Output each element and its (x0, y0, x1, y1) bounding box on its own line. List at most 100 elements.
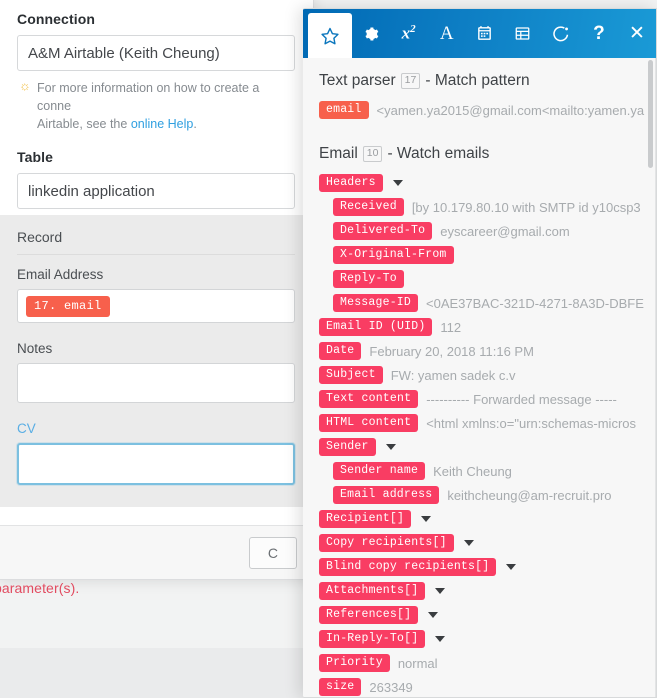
mapping-row[interactable]: References[] (303, 606, 656, 624)
date-functions-icon[interactable] (466, 9, 504, 58)
text-functions-icon[interactable]: A (428, 9, 466, 58)
mapping-row[interactable]: Attachments[] (303, 582, 656, 600)
mapping-tag[interactable]: Email address (333, 486, 440, 504)
dialog-footer: C (0, 525, 313, 579)
mapping-tag[interactable]: Recipient[] (319, 510, 412, 528)
mapping-row[interactable]: email <yamen.ya2015@gmail.com<mailto:yame… (303, 101, 656, 119)
mapping-tag[interactable]: Reply-To (333, 270, 404, 288)
mapping-row[interactable]: Sender (303, 438, 656, 456)
chevron-down-icon[interactable] (435, 636, 446, 642)
mapping-row[interactable]: Reply-To (303, 270, 656, 288)
mapping-row[interactable]: Received [by 10.179.80.10 with SMTP id y1… (303, 198, 656, 216)
chevron-down-icon[interactable] (435, 588, 446, 594)
mapping-tag[interactable]: Sender name (333, 462, 426, 480)
app-root: Connection A&M Airtable (Keith Cheung) ☼… (0, 0, 657, 698)
chevron-down-icon[interactable] (385, 444, 396, 450)
mapping-tag[interactable]: References[] (319, 606, 419, 624)
mapping-row[interactable]: Text content ---------- Forwarded message… (303, 390, 656, 408)
mapping-tag[interactable]: Sender (319, 438, 376, 456)
mapping-row[interactable]: Recipient[] (303, 510, 656, 528)
close-icon[interactable]: ✕ (618, 9, 656, 58)
mapping-value: [by 10.179.80.10 with SMTP id y10csp3 (411, 199, 641, 215)
mapping-row[interactable]: Blind copy recipients[] (303, 558, 656, 576)
online-help-link[interactable]: online Help (131, 117, 194, 131)
help-icon[interactable]: ? (580, 9, 618, 58)
mapping-tag[interactable]: Subject (319, 366, 383, 384)
connection-hint: ☼ For more information on how to create … (19, 78, 293, 133)
section-title: Email 10- Watch emails (303, 145, 656, 163)
mapping-tag[interactable]: Message-ID (333, 294, 419, 312)
close-glyph: ✕ (629, 23, 645, 44)
mapping-tag[interactable]: Text content (319, 390, 419, 408)
math-functions-icon[interactable]: x2 (390, 9, 428, 58)
notes-input[interactable] (17, 363, 295, 404)
mapping-value: ---------- Forwarded message ----- (426, 391, 617, 407)
favorites-icon[interactable] (308, 13, 352, 58)
section-title-prefix: Text parser (319, 72, 396, 89)
mapping-panel-content[interactable]: Text parser 17- Match pattern email <yamen.… (303, 58, 656, 697)
section-module-number: 17 (400, 72, 421, 90)
mapping-value: normal (397, 655, 438, 671)
mapping-row[interactable]: X-Original-From (303, 246, 656, 264)
mapping-row[interactable]: Date February 20, 2018 11:16 PM (303, 342, 656, 360)
hint-line-1: For more information on how to create a … (37, 81, 260, 114)
mapping-tag[interactable]: Priority (319, 654, 390, 672)
cv-input[interactable] (17, 443, 295, 486)
mapping-row[interactable]: In-Reply-To[] (303, 630, 656, 648)
lightbulb-icon: ☼ (19, 78, 31, 93)
table-value: linkedin application (28, 182, 155, 200)
mapping-row[interactable]: Copy recipients[] (303, 534, 656, 552)
mapping-row[interactable]: Priority normal (303, 654, 656, 672)
text-glyph: A (439, 22, 454, 44)
cancel-button[interactable]: C (248, 536, 297, 569)
mapping-tag[interactable]: size (319, 678, 362, 696)
chevron-down-icon[interactable] (506, 564, 517, 570)
table-select[interactable]: linkedin application (17, 173, 295, 210)
record-title: Record (17, 229, 63, 246)
connection-value: A&M Airtable (Keith Cheung) (28, 44, 220, 62)
mapping-tag[interactable]: Received (333, 198, 404, 216)
table-label: Table (17, 149, 54, 166)
mapping-row[interactable]: Email ID (UID) 112 (303, 318, 656, 336)
chevron-down-icon[interactable] (463, 540, 474, 546)
mapping-tag[interactable]: Email ID (UID) (319, 318, 433, 336)
record-divider (17, 254, 295, 256)
mapping-tag[interactable]: HTML content (319, 414, 419, 432)
general-functions-icon[interactable] (542, 9, 580, 58)
mapping-row[interactable]: HTML content <html xmlns:o="urn:schemas-m… (303, 414, 656, 432)
mapping-row[interactable]: Headers (303, 174, 656, 192)
mapping-tag[interactable]: email (319, 101, 369, 119)
mapping-tag[interactable]: In-Reply-To[] (319, 630, 426, 648)
mapping-value: FW: yamen sadek c.v (390, 367, 516, 383)
mapping-value: keithcheung@am-recruit.pro (447, 487, 612, 503)
array-functions-icon[interactable] (504, 9, 542, 58)
scrollbar[interactable] (647, 58, 654, 697)
mapping-row[interactable]: Subject FW: yamen sadek c.v (303, 366, 656, 384)
chevron-down-icon[interactable] (428, 612, 439, 618)
email-mapping-chip[interactable]: 17. email (26, 295, 110, 317)
mapping-row[interactable]: Email address keithcheung@am-recruit.pro (303, 486, 656, 504)
mapping-row[interactable]: Message-ID <0AE37BAC-321D-4271-8A3D-DBFE (303, 294, 656, 312)
mapping-tag[interactable]: Attachments[] (319, 582, 426, 600)
mapping-tag[interactable]: Headers (319, 174, 383, 192)
connection-select[interactable]: A&M Airtable (Keith Cheung) (17, 35, 295, 71)
mapping-value: eyscareer@gmail.com (440, 223, 570, 239)
mapping-tag[interactable]: X-Original-From (333, 246, 454, 264)
mapping-tag[interactable]: Copy recipients[] (319, 534, 454, 552)
mapping-tag[interactable]: Blind copy recipients[] (319, 558, 497, 576)
email-address-input[interactable]: 17. email (17, 289, 295, 324)
section-title: Text parser 17- Match pattern (303, 72, 656, 90)
chevron-down-icon[interactable] (392, 180, 403, 186)
validation-error-text: parameter(s). (0, 580, 80, 596)
mapping-tag[interactable]: Delivered-To (333, 222, 433, 240)
mapping-panel: x2 A ? ✕ Text parser 17 - Match pattern … (303, 8, 657, 698)
mapping-tag[interactable]: Date (319, 342, 362, 360)
mapping-row[interactable]: size 263349 (303, 678, 656, 696)
settings-icon[interactable] (352, 9, 390, 58)
mapping-value: February 20, 2018 11:16 PM (369, 343, 534, 359)
scrollbar-thumb[interactable] (648, 60, 653, 168)
mapping-row[interactable]: Delivered-To eyscareer@gmail.com (303, 222, 656, 240)
mapping-row[interactable]: Sender name Keith Cheung (303, 462, 656, 480)
chevron-down-icon[interactable] (421, 516, 432, 522)
mapping-panel-toolbar: x2 A ? ✕ (303, 9, 656, 58)
